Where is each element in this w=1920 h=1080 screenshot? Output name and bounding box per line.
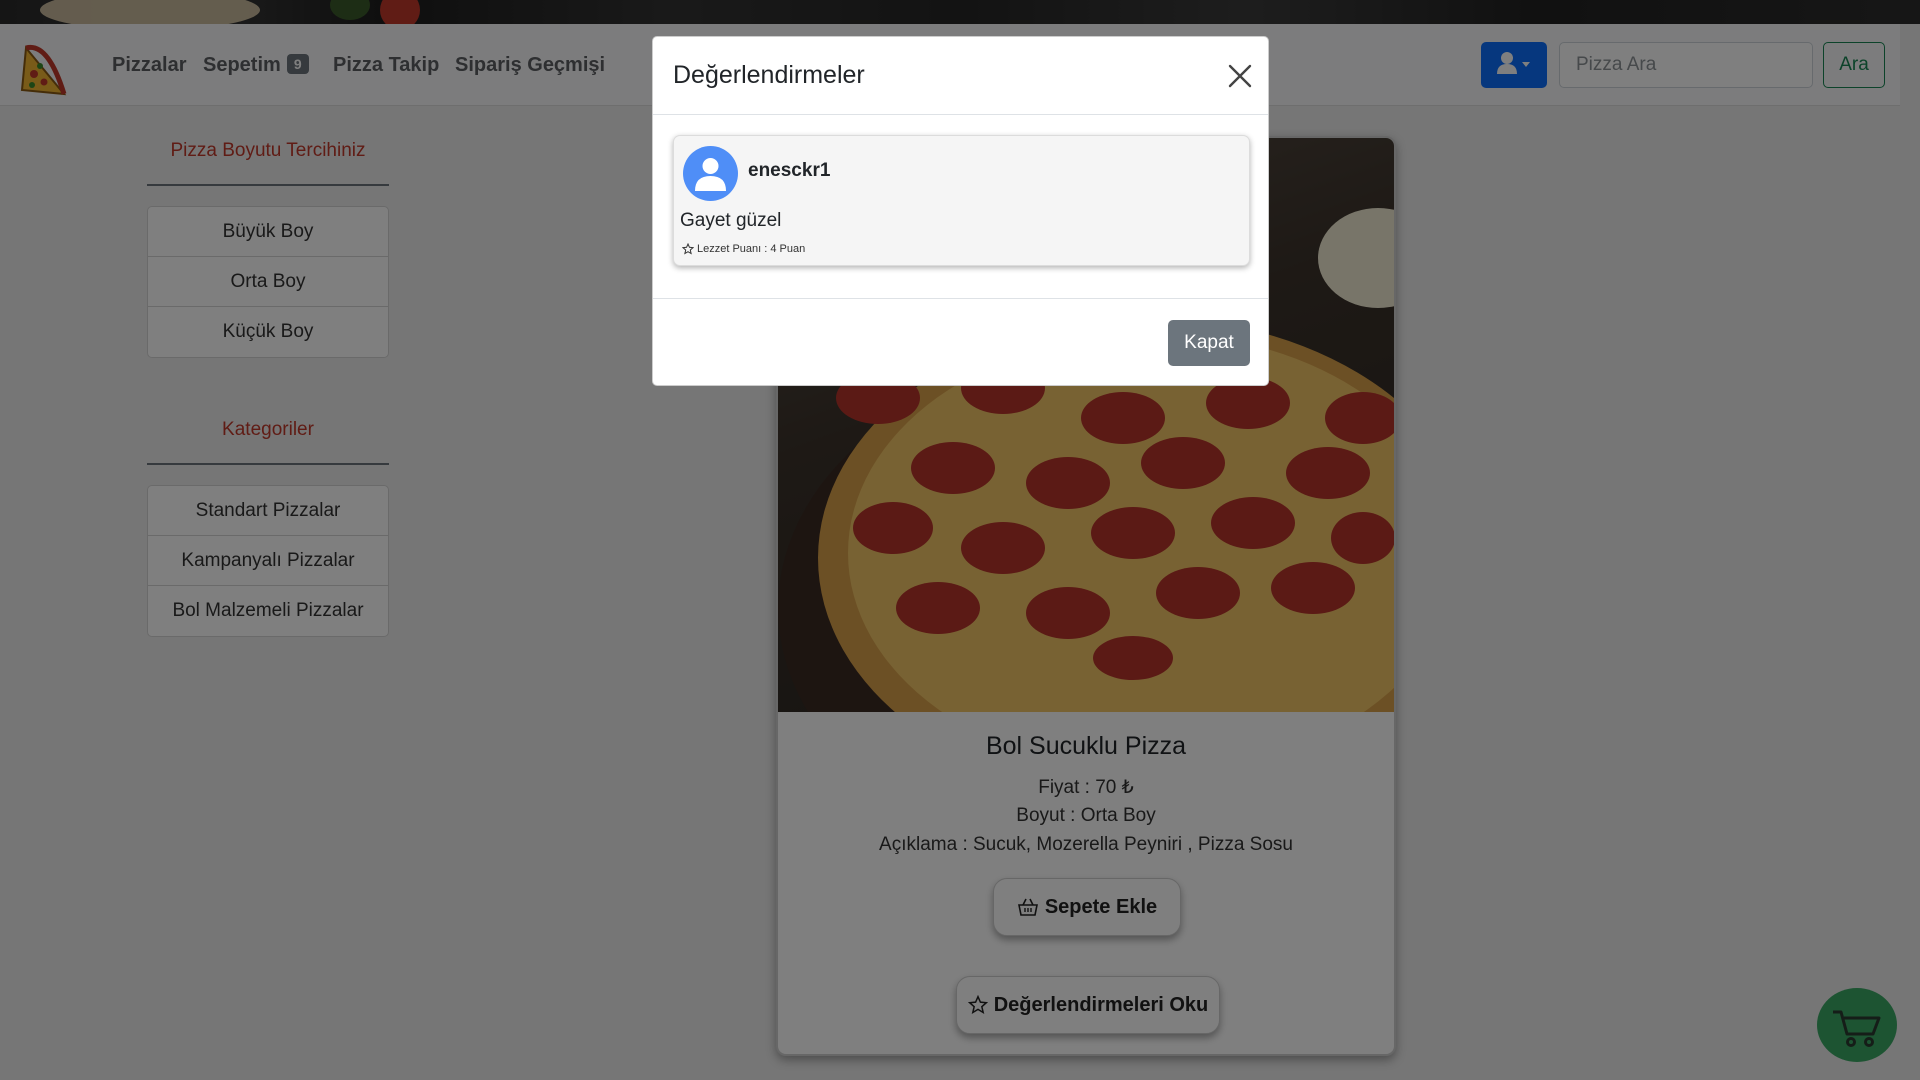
modal-title: Değerlendirmeler	[673, 61, 865, 89]
star-outline-icon	[682, 243, 694, 255]
modal-close-button[interactable]: Kapat	[1168, 320, 1250, 366]
user-avatar-icon	[695, 158, 726, 191]
close-icon[interactable]	[1225, 61, 1255, 91]
review-score: Lezzet Puanı : 4 Puan	[682, 243, 805, 255]
review-score-label: Lezzet Puanı : 4 Puan	[697, 243, 806, 255]
reviews-modal: Değerlendirmeler enesckr1 Gayet güzel Le…	[652, 36, 1269, 386]
avatar	[683, 146, 738, 201]
modal-header: Değerlendirmeler	[653, 37, 1268, 115]
review-card: enesckr1 Gayet güzel Lezzet Puanı : 4 Pu…	[673, 135, 1250, 266]
review-text: Gayet güzel	[680, 210, 782, 231]
review-username: enesckr1	[748, 160, 831, 181]
modal-footer-divider	[653, 298, 1268, 299]
